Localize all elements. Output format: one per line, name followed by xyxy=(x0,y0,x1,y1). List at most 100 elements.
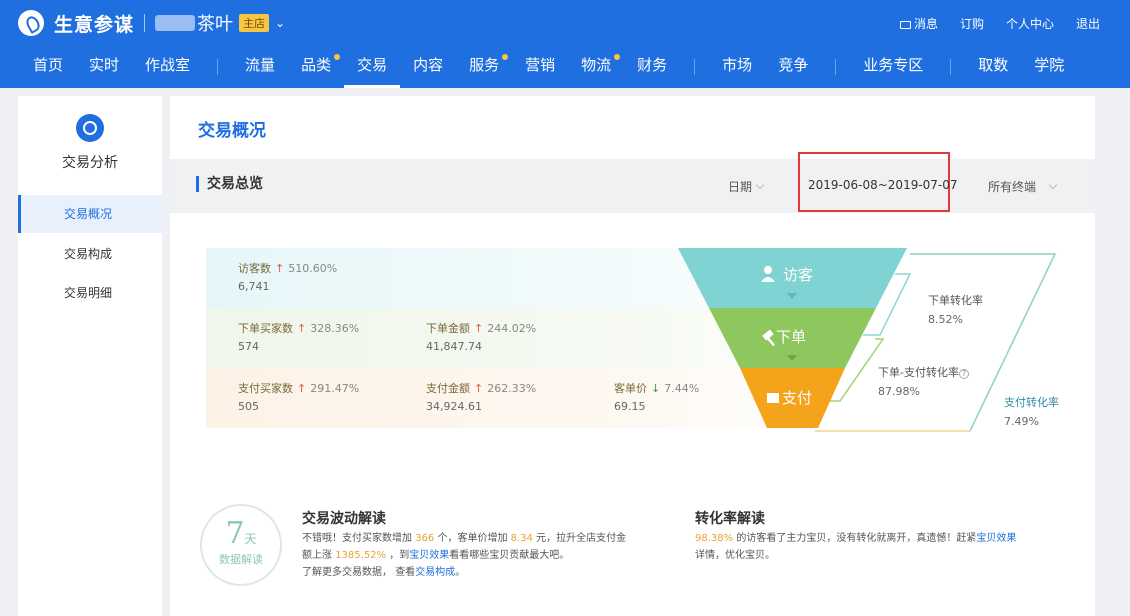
stat-change: 262.33% xyxy=(487,382,537,395)
logout-link[interactable]: 退出 xyxy=(1076,15,1100,32)
nav-data-fetch[interactable]: 取数 xyxy=(965,46,1021,88)
text-segment: 看看哪些宝贝贡献最大吧。 xyxy=(449,550,570,561)
chevron-down-icon[interactable]: ⌄ xyxy=(275,16,285,30)
device-selector[interactable]: 所有终端 xyxy=(988,178,1058,195)
text-segment: 。 xyxy=(455,567,466,578)
sidebar-title: 交易分析 xyxy=(62,155,118,171)
device-label: 所有终端 xyxy=(988,180,1037,194)
stat-change: 328.36% xyxy=(310,322,360,335)
user-icon xyxy=(764,266,772,274)
nav-traffic[interactable]: 流量 xyxy=(232,46,288,88)
top-header: 生意参谋 茶叶 主店 ⌄ 消息 订购 个人中心 退出 首页 实时 作战室 流量 … xyxy=(0,0,1130,88)
stat-pay-buyers: 支付买家数 ↑ 291.47% 505 xyxy=(238,380,359,413)
highlight-value: 1385.52% xyxy=(335,550,387,561)
arrow-up-icon: ↑ xyxy=(275,262,285,275)
text-segment: 元，拉升全店支付金 xyxy=(536,533,627,544)
brand[interactable]: 生意参谋 茶叶 主店 ⌄ xyxy=(18,8,285,38)
nav-market[interactable]: 市场 xyxy=(709,46,765,88)
conversion-title: 转化率解读 xyxy=(695,511,765,527)
notification-dot xyxy=(502,54,509,60)
rate-value: 87.98% xyxy=(878,385,920,398)
stat-label: 下单金额 xyxy=(426,322,470,335)
text-segment: 详情，优化宝贝。 xyxy=(695,550,775,561)
nav-content[interactable]: 内容 xyxy=(400,46,456,88)
nav-realtime[interactable]: 实时 xyxy=(76,46,132,88)
nav-divider xyxy=(694,59,696,75)
stat-label: 客单价 xyxy=(614,382,647,395)
sidebar: 交易分析 交易概况 交易构成 交易明细 xyxy=(18,96,162,616)
arrow-up-icon: ↑ xyxy=(297,322,307,335)
stat-value: 41,847.74 xyxy=(426,340,482,353)
messages-link[interactable]: 消息 xyxy=(899,15,938,32)
text-segment: 额上涨 xyxy=(302,550,332,561)
stat-label: 支付金额 xyxy=(426,382,470,395)
nav-logistics[interactable]: 物流 xyxy=(568,46,624,88)
nav-competition[interactable]: 竞争 xyxy=(765,46,821,88)
text-segment: ，到 xyxy=(389,550,410,561)
rate-value: 7.49% xyxy=(1004,415,1039,428)
trade-composition-link[interactable]: 交易构成 xyxy=(415,567,455,578)
profile-link[interactable]: 个人中心 xyxy=(1006,15,1054,32)
nav-academy[interactable]: 学院 xyxy=(1021,46,1077,88)
badge-text: 数据解读 xyxy=(219,553,263,566)
stat-label: 支付买家数 xyxy=(238,382,293,395)
text-segment: 不错哦！支付买家数增加 xyxy=(302,533,412,544)
nav-divider xyxy=(217,59,219,75)
text-segment: 个，客单价增加 xyxy=(437,533,508,544)
overview-section-bar: 交易总览 日期 2019-06-08~2019-07-07 所有终端 xyxy=(170,152,1095,213)
funnel-label-payments: 支付 xyxy=(782,390,812,407)
nav-business-zone[interactable]: 业务专区 xyxy=(850,46,936,88)
stat-change: 291.47% xyxy=(310,382,360,395)
badge-number-value: 7 xyxy=(225,516,245,551)
rate-label: 下单转化率 xyxy=(928,294,983,307)
shop-name-redacted xyxy=(155,15,196,31)
subscribe-link[interactable]: 订购 xyxy=(960,15,984,32)
highlight-value: 366 xyxy=(415,533,435,544)
nav-category[interactable]: 品类 xyxy=(288,46,344,88)
text-segment: 的访客看了主力宝贝，没有转化就离开，真遗憾！赶紧 xyxy=(736,533,977,544)
nav-divider xyxy=(950,59,952,75)
order-conversion-rate: 下单转化率 8.52% xyxy=(928,292,983,326)
date-range[interactable]: 2019-06-08~2019-07-07 xyxy=(808,178,958,192)
arrow-up-icon: ↑ xyxy=(474,322,484,335)
nav-service-label: 服务 xyxy=(469,56,500,74)
stat-value: 574 xyxy=(238,340,259,353)
highlight-value: 8.34 xyxy=(510,533,533,544)
arrow-up-icon: ↑ xyxy=(474,382,484,395)
arrow-up-icon: ↑ xyxy=(297,382,307,395)
item-effect-link[interactable]: 宝贝效果 xyxy=(409,550,449,561)
main-panel: 交易概况 交易总览 日期 2019-06-08~2019-07-07 所有终端 … xyxy=(170,96,1095,616)
seven-day-badge: 7天 数据解读 xyxy=(200,504,282,586)
sidebar-item-details[interactable]: 交易明细 xyxy=(18,274,162,312)
conversion-text: 98.38% 的访客看了主力宝贝，没有转化就离开，真遗憾！赶紧宝贝效果 详情，优… xyxy=(695,530,1055,564)
nav-marketing[interactable]: 营销 xyxy=(512,46,568,88)
rate-label: 支付转化率 xyxy=(1004,396,1059,409)
brand-divider xyxy=(144,14,146,32)
rate-label: 下单-支付转化率 xyxy=(878,366,959,379)
nav-service[interactable]: 服务 xyxy=(456,46,512,88)
page-title: 交易概况 xyxy=(198,121,266,141)
help-icon[interactable]: ? xyxy=(958,369,969,379)
chevron-down-icon xyxy=(1048,180,1058,190)
chevron-down-icon xyxy=(755,180,765,190)
nav-finance[interactable]: 财务 xyxy=(624,46,680,88)
sidebar-item-composition[interactable]: 交易构成 xyxy=(18,235,162,273)
nav-home[interactable]: 首页 xyxy=(20,46,76,88)
sidebar-item-overview[interactable]: 交易概况 xyxy=(18,195,162,233)
stat-order-buyers: 下单买家数 ↑ 328.36% 574 xyxy=(238,320,359,353)
item-effect-link[interactable]: 宝贝效果 xyxy=(976,533,1016,544)
arrow-down-icon: ↓ xyxy=(651,382,661,395)
badge-number: 7天 xyxy=(202,516,280,551)
funnel-label-orders: 下单 xyxy=(776,329,806,346)
stat-visitors: 访客数 ↑ 510.60% 6,741 xyxy=(238,260,337,293)
nav-war-room[interactable]: 作战室 xyxy=(132,46,203,88)
nav-trade[interactable]: 交易 xyxy=(344,46,401,88)
notification-dot xyxy=(614,54,621,60)
highlight-value: 98.38% xyxy=(695,533,734,544)
shop-name: 茶叶 xyxy=(197,14,234,35)
stat-change: 510.60% xyxy=(288,262,338,275)
funnel-label-visitors: 访客 xyxy=(783,267,813,284)
compass-logo-icon xyxy=(18,10,44,36)
stat-value: 6,741 xyxy=(238,280,270,293)
date-selector[interactable]: 日期 xyxy=(728,178,765,195)
